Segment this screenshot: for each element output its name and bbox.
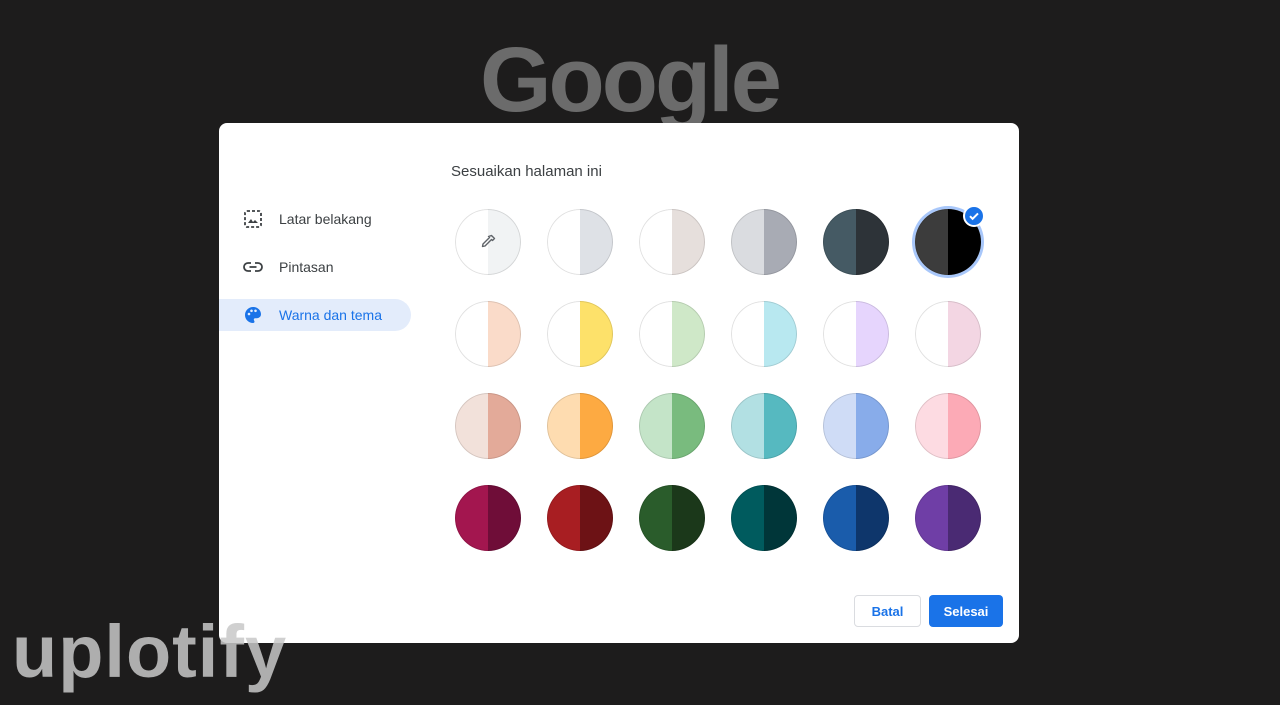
dialog-title: Sesuaikan halaman ini (451, 163, 602, 180)
swatch-border (639, 301, 705, 367)
color-swatch[interactable] (731, 485, 797, 551)
color-swatch[interactable] (547, 485, 613, 551)
swatch-border (639, 485, 705, 551)
swatch-border (547, 485, 613, 551)
color-swatch[interactable] (915, 485, 981, 551)
swatch-border (731, 301, 797, 367)
swatch-border (455, 301, 521, 367)
color-swatch[interactable] (823, 301, 889, 367)
eyedropper-icon (478, 232, 498, 252)
nav-item-shortcuts[interactable]: Pintasan (219, 251, 411, 283)
color-swatch[interactable] (639, 209, 705, 275)
color-swatch[interactable] (731, 301, 797, 367)
color-swatch[interactable] (823, 485, 889, 551)
nav-item-label: Warna dan tema (279, 307, 382, 323)
color-swatch[interactable] (455, 393, 521, 459)
color-swatch[interactable] (915, 393, 981, 459)
swatch-border (823, 393, 889, 459)
image-icon (243, 209, 263, 229)
swatch-border (731, 393, 797, 459)
done-button[interactable]: Selesai (929, 595, 1003, 627)
swatch-border (823, 209, 889, 275)
swatch-border (547, 301, 613, 367)
nav-item-background[interactable]: Latar belakang (219, 203, 411, 235)
swatch-border (639, 209, 705, 275)
nav-item-label: Latar belakang (279, 211, 372, 227)
color-swatch[interactable] (823, 209, 889, 275)
color-swatch[interactable] (915, 301, 981, 367)
color-swatch[interactable] (547, 393, 613, 459)
color-swatch[interactable] (639, 393, 705, 459)
nav-item-color-theme[interactable]: Warna dan tema (219, 299, 411, 331)
swatch-border (455, 485, 521, 551)
dialog-nav: Latar belakang Pintasan Warna dan tema (219, 203, 419, 347)
swatch-border (731, 209, 797, 275)
color-swatch[interactable] (731, 393, 797, 459)
swatch-border (823, 301, 889, 367)
color-swatch[interactable] (639, 301, 705, 367)
palette-icon (243, 305, 263, 325)
color-swatch-grid (455, 205, 985, 559)
swatch-border (915, 485, 981, 551)
swatch-border (915, 393, 981, 459)
swatch-border (823, 485, 889, 551)
swatch-border (547, 393, 613, 459)
color-swatch[interactable] (731, 209, 797, 275)
cancel-button[interactable]: Batal (854, 595, 921, 627)
link-icon (243, 257, 263, 277)
swatch-border (915, 301, 981, 367)
color-swatch[interactable] (639, 485, 705, 551)
color-swatch[interactable] (455, 485, 521, 551)
swatch-border (455, 393, 521, 459)
color-swatch[interactable] (547, 209, 613, 275)
google-logo: Google (480, 29, 782, 131)
swatch-border (639, 393, 705, 459)
swatch-border (731, 485, 797, 551)
nav-item-label: Pintasan (279, 259, 334, 275)
custom-color-swatch[interactable] (455, 209, 521, 275)
color-swatch[interactable] (547, 301, 613, 367)
customize-dialog: Latar belakang Pintasan Warna dan tema S… (219, 123, 1019, 643)
color-swatch[interactable] (823, 393, 889, 459)
swatch-border (547, 209, 613, 275)
color-swatch[interactable] (455, 301, 521, 367)
selected-check-icon (963, 205, 985, 227)
watermark-logo: uplotify (12, 610, 288, 693)
